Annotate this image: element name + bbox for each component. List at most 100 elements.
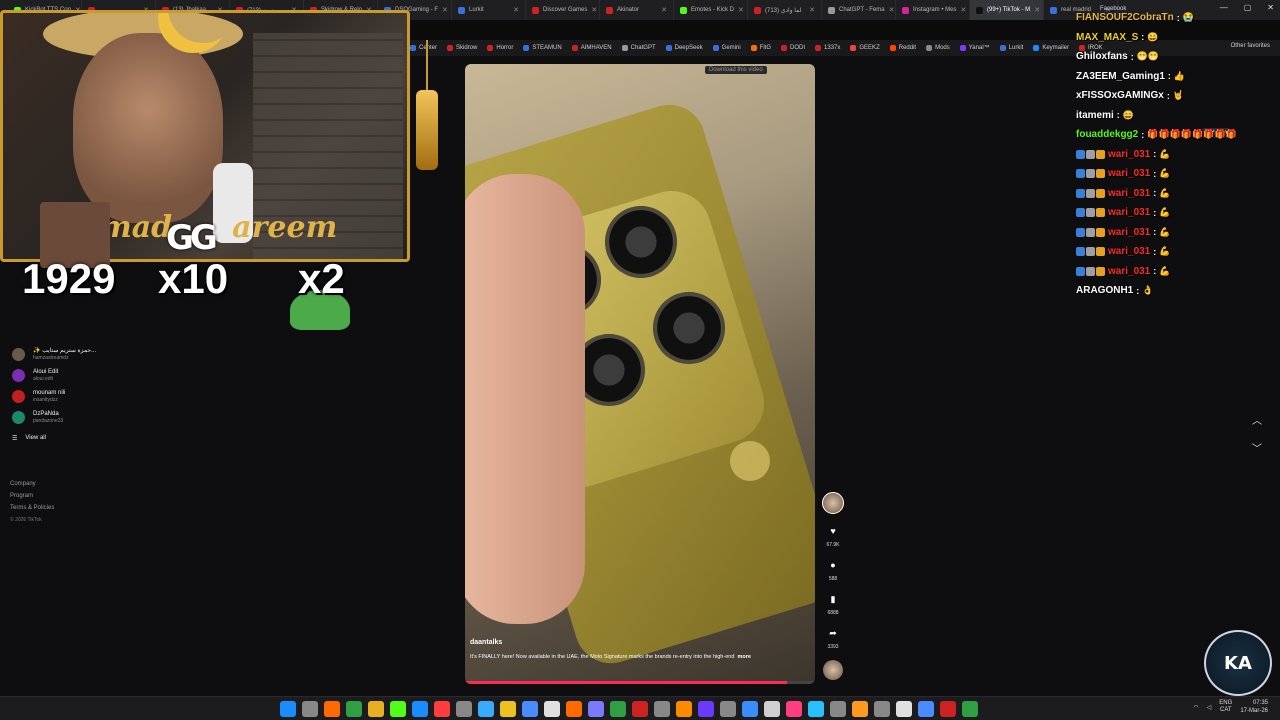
bookmark-item[interactable]: STEAMUN	[523, 45, 562, 51]
chat-username[interactable]: wari_031	[1108, 207, 1150, 218]
chat-username[interactable]: wari_031	[1108, 227, 1150, 238]
like-action[interactable]: ♥ 67.9K	[826, 524, 840, 548]
browser-tab[interactable]: Emotes - Kick D ✕	[674, 0, 748, 20]
taskbar-app-icon[interactable]	[698, 701, 714, 717]
close-icon[interactable]: ✕	[513, 6, 519, 14]
language-indicator[interactable]: ENG CAT	[1219, 700, 1232, 714]
browser-tab[interactable]: ChatGPT - Fema ✕	[822, 0, 896, 20]
chat-username[interactable]: xFISSOxGAMINGx	[1076, 90, 1164, 101]
chevron-up-icon[interactable]: ︿	[1252, 408, 1262, 436]
taskbar-app-icon[interactable]	[346, 701, 362, 717]
video-progress-bar[interactable]	[465, 681, 815, 684]
save-action[interactable]: ▮ 6888	[826, 592, 840, 617]
close-icon[interactable]: ✕	[661, 6, 667, 14]
bookmark-item[interactable]: Mods	[926, 45, 950, 51]
close-icon[interactable]: ✕	[591, 6, 597, 14]
chat-username[interactable]: ZA3EEM_Gaming1	[1076, 71, 1165, 82]
taskbar-app-icon[interactable]	[720, 701, 736, 717]
view-all-link[interactable]: ☰ View all	[12, 428, 132, 448]
bookmark-item[interactable]: Gemini	[712, 45, 741, 51]
bookmark-item[interactable]: AIMHAVEN	[571, 45, 612, 51]
following-item[interactable]: Aloui Edit aloui.edit	[12, 365, 132, 386]
bookmark-item[interactable]: DeepSeek	[665, 45, 703, 51]
close-icon[interactable]: ✕	[889, 6, 895, 14]
video-player[interactable]: Download this video daantalks It's FINAL…	[465, 64, 815, 684]
more-button[interactable]: more	[737, 654, 750, 660]
chevron-down-icon[interactable]: ﹀	[1252, 436, 1262, 464]
windows-start-icon[interactable]	[280, 701, 296, 717]
taskbar-app-icon[interactable]	[544, 701, 560, 717]
chat-username[interactable]: Ghiloxfans	[1076, 51, 1128, 62]
taskbar-app-icon[interactable]	[500, 701, 516, 717]
taskbar-app-icon[interactable]	[588, 701, 604, 717]
browser-tab[interactable]: Discover Games ✕	[526, 0, 600, 20]
footer-link[interactable]: Terms & Policies	[10, 502, 54, 514]
close-icon[interactable]: ✕	[738, 6, 744, 14]
bookmark-item[interactable]: ChatGPT	[621, 45, 656, 51]
bookmark-item[interactable]: GEEKZ	[850, 45, 880, 51]
wifi-icon[interactable]: ◠	[1193, 704, 1198, 711]
taskbar-app-icon[interactable]	[808, 701, 824, 717]
browser-tab[interactable]: Akinator ✕	[600, 0, 674, 20]
video-author[interactable]: daantalks	[470, 639, 810, 646]
music-disc[interactable]	[823, 660, 843, 680]
taskbar-app-icon[interactable]	[962, 701, 978, 717]
chat-username[interactable]: wari_031	[1108, 188, 1150, 199]
close-icon[interactable]: ✕	[960, 6, 966, 14]
taskbar-app-icon[interactable]	[830, 701, 846, 717]
chat-username[interactable]: wari_031	[1108, 168, 1150, 179]
taskbar-app-icon[interactable]	[478, 701, 494, 717]
chat-username[interactable]: wari_031	[1108, 266, 1150, 277]
browser-tab[interactable]: (99+) TikTok - M ✕	[970, 0, 1044, 20]
following-item[interactable]: mounam nili insanitydzz	[12, 386, 132, 407]
chat-username[interactable]: FIANSOUF2CobraTn	[1076, 12, 1174, 23]
taskbar-app-icon[interactable]	[522, 701, 538, 717]
bookmark-item[interactable]: DODI	[781, 45, 805, 51]
chat-username[interactable]: wari_031	[1108, 246, 1150, 257]
taskbar-app-icon[interactable]	[368, 701, 384, 717]
taskbar-app-icon[interactable]	[632, 701, 648, 717]
taskbar-app-icon[interactable]	[434, 701, 450, 717]
close-icon[interactable]: ✕	[442, 6, 448, 14]
bookmark-item[interactable]: Reddit	[889, 45, 916, 51]
download-hint[interactable]: Download this video	[705, 66, 767, 74]
comment-action[interactable]: ● 588	[826, 558, 840, 582]
bookmark-item[interactable]: Lurkit	[999, 45, 1023, 51]
taskbar-app-icon[interactable]	[940, 701, 956, 717]
following-item[interactable]: DzPaNda pandazone33	[12, 407, 132, 428]
taskbar-app-icon[interactable]	[896, 701, 912, 717]
taskbar-app-icon[interactable]	[456, 701, 472, 717]
clock[interactable]: 07:35 17-Mar-26	[1240, 699, 1268, 715]
chat-username[interactable]: MAX_MAX_S	[1076, 32, 1138, 43]
taskbar-app-icon[interactable]	[918, 701, 934, 717]
taskbar-app-icon[interactable]	[390, 701, 406, 717]
taskbar-app-icon[interactable]	[852, 701, 868, 717]
footer-link[interactable]: Program	[10, 490, 54, 502]
bookmark-item[interactable]: Skidrow	[447, 45, 477, 51]
chat-username[interactable]: fouaddekgg2	[1076, 129, 1138, 140]
bookmark-item[interactable]: Keymailer	[1033, 45, 1069, 51]
close-icon[interactable]: ✕	[1034, 6, 1040, 14]
taskbar-app-icon[interactable]	[874, 701, 890, 717]
chat-username[interactable]: wari_031	[1108, 149, 1150, 160]
taskbar-app-icon[interactable]	[654, 701, 670, 717]
taskbar-app-icon[interactable]	[764, 701, 780, 717]
bookmark-item[interactable]: 1337x	[815, 45, 840, 51]
taskbar-app-icon[interactable]	[786, 701, 802, 717]
close-icon[interactable]: ✕	[809, 6, 815, 14]
taskbar-app-icon[interactable]	[412, 701, 428, 717]
taskbar-app-icon[interactable]	[610, 701, 626, 717]
creator-avatar[interactable]	[822, 492, 844, 514]
browser-tab[interactable]: (713) لما وادي ✕	[748, 0, 822, 20]
chat-username[interactable]: ARAGONH1	[1076, 285, 1133, 296]
bookmark-item[interactable]: Yanal™	[959, 45, 990, 51]
share-action[interactable]: ➦ 3393	[826, 626, 840, 651]
chat-username[interactable]: itamemi	[1076, 110, 1114, 121]
taskbar-app-icon[interactable]	[324, 701, 340, 717]
taskbar-app-icon[interactable]	[676, 701, 692, 717]
browser-tab[interactable]: Instagram • Mes ✕	[896, 0, 970, 20]
bookmark-item[interactable]: Horror	[487, 45, 513, 51]
bookmark-item[interactable]: FitG	[750, 45, 771, 51]
following-item[interactable]: ✨ حمزة ستريم ستايب... hamzastreamdz	[12, 344, 132, 365]
search-icon[interactable]	[302, 701, 318, 717]
